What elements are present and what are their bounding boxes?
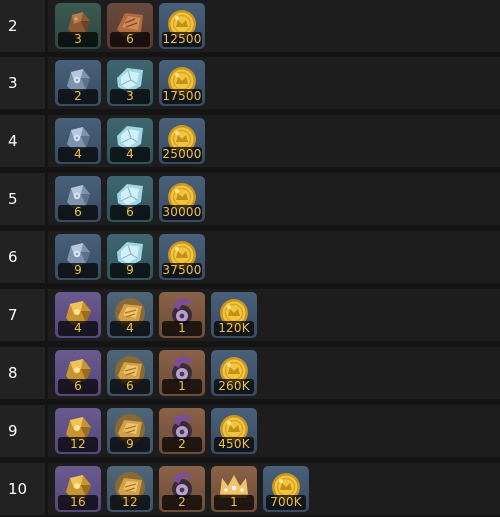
item-quantity: 12 (110, 495, 150, 510)
cost-items-cell: 4 4 25000 (48, 115, 500, 167)
item-quantity: 30000 (162, 205, 202, 220)
cost-items-cell: 12 9 2 450K (48, 405, 500, 457)
cost-item[interactable]: 9 (107, 234, 153, 280)
cost-item[interactable]: 4 (107, 118, 153, 164)
cost-item[interactable]: 6 (55, 350, 101, 396)
cost-item[interactable]: 2 (159, 466, 205, 512)
item-quantity: 4 (110, 321, 150, 336)
table-row: 10 16 12 2 1 700K (0, 463, 500, 515)
cost-item[interactable]: 450K (211, 408, 257, 454)
item-quantity: 37500 (162, 263, 202, 278)
table-row: 8 6 6 1 260K (0, 347, 500, 399)
cost-item[interactable]: 17500 (159, 60, 205, 106)
table-row: 5 6 6 30000 (0, 173, 500, 225)
table-row: 6 9 9 37500 (0, 231, 500, 283)
cost-items-cell: 3 6 12500 (48, 0, 500, 52)
item-quantity: 6 (58, 379, 98, 394)
cost-item[interactable]: 6 (107, 350, 153, 396)
item-quantity: 2 (162, 437, 202, 452)
table-row: 4 4 4 25000 (0, 115, 500, 167)
item-quantity: 4 (110, 147, 150, 162)
cost-item[interactable]: 16 (55, 466, 101, 512)
item-quantity: 6 (110, 379, 150, 394)
item-quantity: 6 (58, 205, 98, 220)
cost-item[interactable]: 12 (107, 466, 153, 512)
item-quantity: 120K (214, 321, 254, 336)
table-row: 7 4 4 1 120K (0, 289, 500, 341)
item-quantity: 6 (110, 32, 150, 47)
upgrade-cost-table: 2 3 6 12500 3 2 3 17500 4 4 4 25000 5 6 … (0, 0, 500, 517)
cost-items-cell: 6 6 30000 (48, 173, 500, 225)
item-quantity: 2 (162, 495, 202, 510)
item-quantity: 9 (110, 263, 150, 278)
cost-item[interactable]: 1 (159, 292, 205, 338)
item-quantity: 9 (110, 437, 150, 452)
item-quantity: 12500 (162, 32, 202, 47)
cost-items-cell: 16 12 2 1 700K (48, 463, 500, 515)
level-label: 7 (0, 289, 45, 341)
cost-item[interactable]: 12 (55, 408, 101, 454)
level-label: 3 (0, 57, 45, 109)
table-row: 3 2 3 17500 (0, 57, 500, 109)
cost-item[interactable]: 6 (55, 176, 101, 222)
item-quantity: 1 (214, 495, 254, 510)
level-label: 2 (0, 0, 45, 52)
item-quantity: 3 (110, 89, 150, 104)
cost-item[interactable]: 25000 (159, 118, 205, 164)
item-quantity: 1 (162, 321, 202, 336)
item-quantity: 6 (110, 205, 150, 220)
cost-item[interactable]: 3 (55, 3, 101, 49)
level-label: 10 (0, 463, 45, 515)
table-row: 9 12 9 2 450K (0, 405, 500, 457)
item-quantity: 17500 (162, 89, 202, 104)
cost-item[interactable]: 3 (107, 60, 153, 106)
cost-item[interactable]: 6 (107, 3, 153, 49)
cost-item[interactable]: 700K (263, 466, 309, 512)
item-quantity: 450K (214, 437, 254, 452)
cost-items-cell: 2 3 17500 (48, 57, 500, 109)
level-label: 5 (0, 173, 45, 225)
cost-item[interactable]: 2 (55, 60, 101, 106)
cost-item[interactable]: 12500 (159, 3, 205, 49)
cost-item[interactable]: 1 (159, 350, 205, 396)
item-quantity: 16 (58, 495, 98, 510)
item-quantity: 25000 (162, 147, 202, 162)
table-row: 2 3 6 12500 (0, 0, 500, 52)
cost-item[interactable]: 1 (211, 466, 257, 512)
cost-items-cell: 4 4 1 120K (48, 289, 500, 341)
cost-item[interactable]: 30000 (159, 176, 205, 222)
cost-item[interactable]: 4 (55, 292, 101, 338)
cost-item[interactable]: 4 (55, 118, 101, 164)
item-quantity: 4 (58, 321, 98, 336)
item-quantity: 1 (162, 379, 202, 394)
cost-item[interactable]: 260K (211, 350, 257, 396)
item-quantity: 3 (58, 32, 98, 47)
cost-item[interactable]: 2 (159, 408, 205, 454)
item-quantity: 700K (266, 495, 306, 510)
cost-items-cell: 9 9 37500 (48, 231, 500, 283)
level-label: 8 (0, 347, 45, 399)
level-label: 4 (0, 115, 45, 167)
cost-item[interactable]: 4 (107, 292, 153, 338)
cost-item[interactable]: 37500 (159, 234, 205, 280)
cost-item[interactable]: 120K (211, 292, 257, 338)
item-quantity: 2 (58, 89, 98, 104)
level-label: 6 (0, 231, 45, 283)
cost-item[interactable]: 6 (107, 176, 153, 222)
level-label: 9 (0, 405, 45, 457)
item-quantity: 9 (58, 263, 98, 278)
cost-item[interactable]: 9 (55, 234, 101, 280)
cost-items-cell: 6 6 1 260K (48, 347, 500, 399)
item-quantity: 4 (58, 147, 98, 162)
item-quantity: 12 (58, 437, 98, 452)
cost-item[interactable]: 9 (107, 408, 153, 454)
item-quantity: 260K (214, 379, 254, 394)
